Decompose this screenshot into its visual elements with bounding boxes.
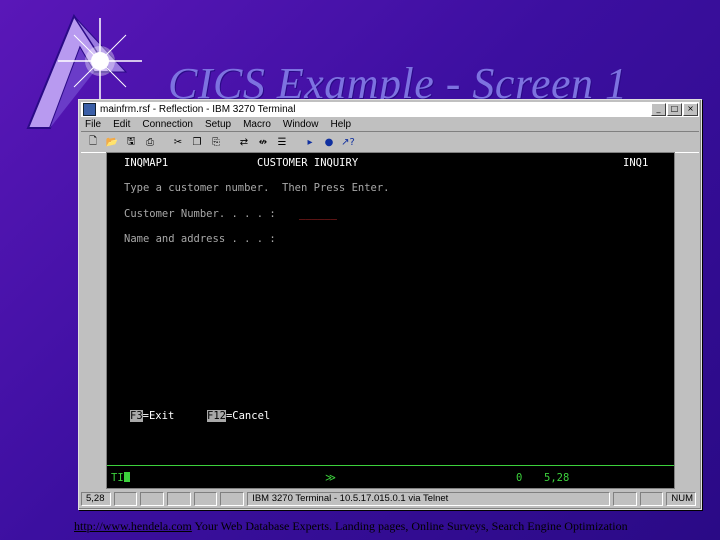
help-icon[interactable]: ↗? (340, 135, 356, 150)
menu-edit[interactable]: Edit (113, 119, 130, 130)
oia-count: 0 (516, 472, 523, 484)
terminal-screen[interactable]: INQMAP1 CUSTOMER INQUIRY INQ1 Type a cus… (106, 152, 675, 489)
f3-key: F3 (130, 410, 143, 422)
cursor-block (123, 472, 130, 482)
name-address-label: Name and address . . . : (124, 233, 276, 245)
window-title: mainfrm.rsf - Reflection - IBM 3270 Term… (100, 104, 296, 115)
status-indicator-4 (193, 492, 218, 506)
menu-help[interactable]: Help (330, 119, 351, 130)
menu-window[interactable]: Window (283, 119, 319, 130)
record-icon[interactable]: ● (321, 135, 337, 150)
toolbar: 🗋 📂 🖫 ⎙ ✂ ❐ ⎘ ⇄ ↮ ☰ ▸ ● ↗? (81, 131, 699, 153)
open-icon[interactable]: 📂 (104, 135, 120, 150)
save-icon[interactable]: 🖫 (123, 135, 139, 150)
footer-text: Your Web Database Experts. Landing pages… (194, 519, 628, 533)
print-icon[interactable]: ⎙ (142, 135, 158, 150)
app-icon (83, 103, 96, 116)
status-indicator-5 (220, 492, 245, 506)
status-position: 5,28 (81, 492, 111, 506)
slide-footer: http://www.hendela.com Your Web Database… (74, 519, 628, 534)
f3-label: =Exit (142, 410, 175, 422)
status-indicator-1 (113, 492, 138, 506)
menu-setup[interactable]: Setup (205, 119, 231, 130)
oia-separator (107, 465, 674, 466)
oia-arrow: ≫ (325, 472, 336, 484)
oia-status-text: TI (111, 472, 124, 484)
new-icon[interactable]: 🗋 (85, 135, 101, 150)
paste-icon[interactable]: ⎘ (208, 135, 224, 150)
instruction-text: Type a customer number. Then Press Enter… (124, 182, 390, 194)
oia-status: TI (111, 472, 130, 484)
transaction-id: INQ1 (623, 157, 649, 169)
f12-key: F12 (207, 410, 226, 422)
cut-icon[interactable]: ✂ (170, 135, 186, 150)
menu-connection[interactable]: Connection (142, 119, 193, 130)
play-icon[interactable]: ▸ (302, 135, 318, 150)
status-indicator-2 (140, 492, 165, 506)
status-indicator-6 (612, 492, 637, 506)
disconnect-icon[interactable]: ↮ (255, 135, 271, 150)
customer-number-input[interactable]: ______ (299, 208, 337, 220)
status-connection: IBM 3270 Terminal - 10.5.17.015.0.1 via … (247, 492, 610, 506)
status-indicator-7 (639, 492, 664, 506)
status-num: NUM (666, 492, 696, 506)
macro-icon[interactable]: ☰ (274, 135, 290, 150)
f12-cancel-key[interactable]: F12=Cancel (207, 410, 270, 422)
status-indicator-3 (167, 492, 191, 506)
f12-label: =Cancel (225, 410, 271, 422)
map-name: INQMAP1 (124, 157, 169, 169)
f3-exit-key[interactable]: F3=Exit (130, 410, 174, 422)
footer-link[interactable]: http://www.hendela.com (74, 519, 192, 533)
minimize-button[interactable]: _ (651, 103, 666, 116)
status-bar: 5,28 IBM 3270 Terminal - 10.5.17.015.0.1… (81, 491, 699, 507)
window-titlebar[interactable]: mainfrm.rsf - Reflection - IBM 3270 Term… (81, 102, 699, 117)
screen-title: CUSTOMER INQUIRY (257, 157, 359, 169)
menu-file[interactable]: File (85, 119, 101, 130)
close-button[interactable]: × (683, 103, 698, 116)
maximize-button[interactable]: □ (667, 103, 682, 116)
menu-bar: File Edit Connection Setup Macro Window … (81, 117, 699, 131)
customer-number-label: Customer Number. . . . : (124, 208, 276, 220)
menu-macro[interactable]: Macro (243, 119, 271, 130)
oia-cursor-position: 5,28 (544, 472, 570, 484)
copy-icon[interactable]: ❐ (189, 135, 205, 150)
reflection-window: mainfrm.rsf - Reflection - IBM 3270 Term… (78, 99, 702, 510)
connect-icon[interactable]: ⇄ (236, 135, 252, 150)
